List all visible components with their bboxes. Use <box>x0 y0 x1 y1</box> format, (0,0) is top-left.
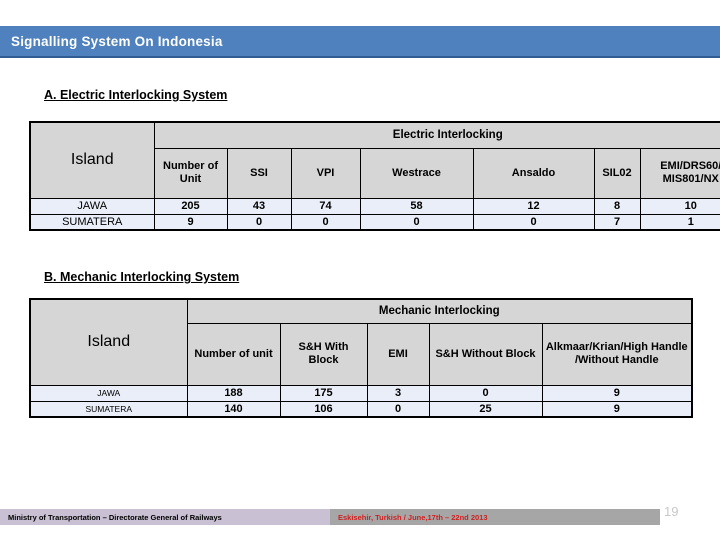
footer-organization-bar: Ministry of Transportation – Directorate… <box>0 509 330 525</box>
electric-col-emi-line2: MIS801/NX <box>662 173 719 185</box>
electric-row-westrace: 58 <box>359 197 474 215</box>
section-heading-electric: A. Electric Interlocking System <box>44 88 228 102</box>
electric-col-emi-line1: EMI/DRS60/ <box>660 160 720 173</box>
electric-col-ansaldo: Ansaldo <box>472 147 595 199</box>
footer-organization-text: Ministry of Transportation – Directorate… <box>8 512 222 522</box>
mechanic-row-sh-without-block: 0 <box>428 384 543 402</box>
electric-row-vpi: 74 <box>290 197 361 215</box>
mechanic-row-alkmaar: 9 <box>541 400 693 418</box>
mechanic-row-island: JAWA <box>29 384 188 402</box>
electric-row-ansaldo: 12 <box>472 197 595 215</box>
electric-col-ssi: SSI <box>226 147 292 199</box>
electric-row-ansaldo: 0 <box>472 213 595 231</box>
mechanic-col-number-of-unit: Number of unit <box>186 322 281 386</box>
mechanic-row-sh-without-block: 25 <box>428 400 543 418</box>
electric-interlocking-table: Island Electric Interlocking Number of U… <box>29 121 720 231</box>
footer-event-text: Eskisehir, Turkish / June,17th – 22nd 20… <box>338 512 488 522</box>
electric-row-island: SUMATERA <box>29 213 155 231</box>
electric-row-emi: 1 <box>639 213 720 231</box>
electric-col-emi-drs60-mis801-nx: EMI/DRS60/ MIS801/NX <box>639 147 720 199</box>
mechanic-row-sh-with-block: 106 <box>279 400 368 418</box>
mechanic-island-header-label: Island <box>87 333 131 351</box>
page-number: 19 <box>664 504 679 519</box>
electric-group-header: Electric Interlocking <box>153 121 720 149</box>
table-row: SUMATERA 9 0 0 0 0 7 1 <box>29 213 720 231</box>
table-row: JAWA 188 175 3 0 9 <box>29 384 693 402</box>
mechanic-island-header: Island <box>29 298 188 386</box>
table-row: JAWA 205 43 74 58 12 8 10 <box>29 197 720 215</box>
electric-col-westrace: Westrace <box>359 147 474 199</box>
page-title: Signalling System On Indonesia <box>11 33 223 49</box>
electric-row-number-of-unit: 9 <box>153 213 228 231</box>
electric-row-ssi: 43 <box>226 197 292 215</box>
electric-row-westrace: 0 <box>359 213 474 231</box>
mechanic-row-number-of-unit: 140 <box>186 400 281 418</box>
table-row: SUMATERA 140 106 0 25 9 <box>29 400 693 418</box>
electric-row-vpi: 0 <box>290 213 361 231</box>
mechanic-row-sh-with-block: 175 <box>279 384 368 402</box>
electric-row-sil02: 7 <box>593 213 641 231</box>
slide-footer: Ministry of Transportation – Directorate… <box>0 509 720 525</box>
electric-group-header-row: Island Electric Interlocking <box>29 121 720 199</box>
footer-event-bar: Eskisehir, Turkish / June,17th – 22nd 20… <box>330 509 660 525</box>
electric-row-ssi: 0 <box>226 213 292 231</box>
electric-island-header: Island <box>29 121 155 199</box>
electric-col-number-of-unit: Number of Unit <box>153 147 228 199</box>
electric-row-island: JAWA <box>29 197 155 215</box>
electric-col-vpi: VPI <box>290 147 361 199</box>
electric-row-emi: 10 <box>639 197 720 215</box>
electric-col-sil02: SIL02 <box>593 147 641 199</box>
mechanic-row-emi: 3 <box>366 384 430 402</box>
section-heading-mechanic: B. Mechanic Interlocking System <box>44 270 240 284</box>
mechanic-row-alkmaar: 9 <box>541 384 693 402</box>
mechanic-group-header-row: Island Mechanic Interlocking <box>29 298 693 386</box>
mechanic-group-header: Mechanic Interlocking <box>186 298 693 324</box>
electric-row-number-of-unit: 205 <box>153 197 228 215</box>
mechanic-col-sh-with-block: S&H With Block <box>279 322 368 386</box>
mechanic-col-emi: EMI <box>366 322 430 386</box>
mechanic-col-alkmaar-krian-high-handle: Alkmaar/Krian/High Handle /Without Handl… <box>541 322 693 386</box>
slide-title-bar: Signalling System On Indonesia <box>0 26 720 58</box>
electric-island-header-label: Island <box>70 151 114 169</box>
mechanic-interlocking-table: Island Mechanic Interlocking Number of u… <box>29 298 694 418</box>
mechanic-col-sh-without-block: S&H Without Block <box>428 322 543 386</box>
mechanic-row-emi: 0 <box>366 400 430 418</box>
electric-row-sil02: 8 <box>593 197 641 215</box>
mechanic-row-number-of-unit: 188 <box>186 384 281 402</box>
mechanic-row-island: SUMATERA <box>29 400 188 418</box>
